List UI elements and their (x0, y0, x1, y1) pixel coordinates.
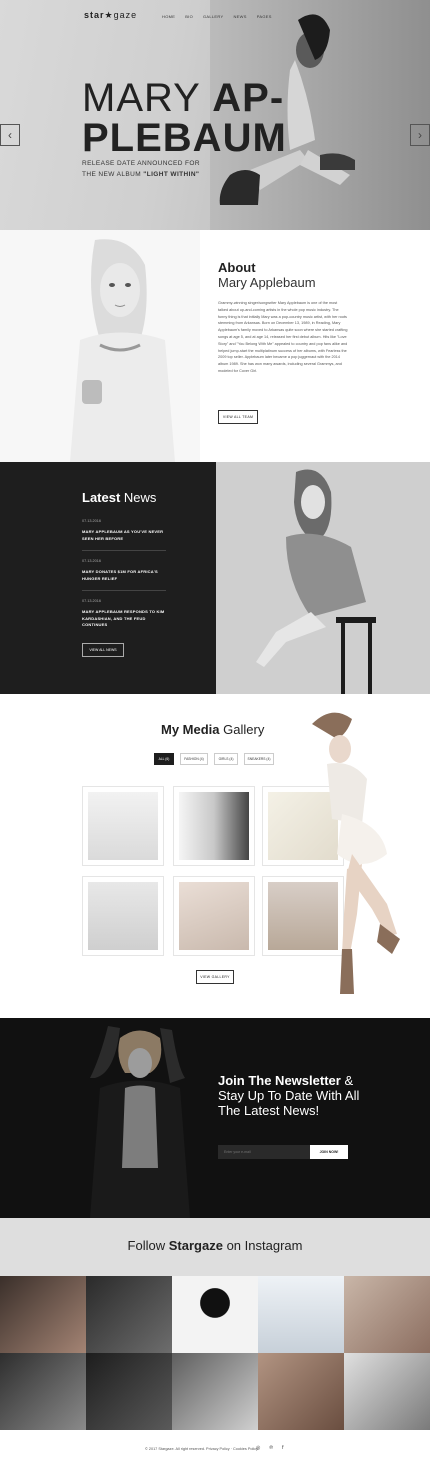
news-title[interactable]: MARY APPLEBAUM AS YOU'VE NEVER SEEN HER … (82, 529, 166, 542)
news-item[interactable]: 07.13.2016 MARY APPLEBAUM AS YOU'VE NEVE… (82, 519, 166, 542)
hero-section: star★gaze HOME BIO GALLERY NEWS PAGES MA… (0, 0, 430, 230)
about-portrait-image (0, 230, 200, 462)
main-nav: HOME BIO GALLERY NEWS PAGES (162, 14, 272, 19)
filter-all[interactable]: ALL (6) (154, 753, 174, 765)
filter-sneakers[interactable]: SNEAKERS (4) (244, 753, 274, 765)
instagram-photo[interactable] (344, 1276, 430, 1353)
prev-slide-button[interactable]: ‹ (0, 124, 20, 146)
news-heading: Latest News (82, 490, 157, 505)
about-subheading: Mary Applebaum (218, 275, 316, 290)
news-section: Latest News 07.13.2016 MARY APPLEBAUM AS… (0, 462, 430, 694)
nav-item-gallery[interactable]: GALLERY (203, 14, 223, 19)
chevron-left-icon: ‹ (8, 128, 12, 142)
hero-subtitle: RELEASE DATE ANNOUNCED FOR THE NEW ALBUM… (82, 160, 200, 178)
instagram-photo[interactable] (86, 1276, 172, 1353)
view-all-news-button[interactable]: VIEW ALL NEWS (82, 643, 124, 657)
newsletter-model-image (60, 1018, 220, 1218)
filter-girls[interactable]: GIRLS (4) (214, 753, 238, 765)
instagram-photo[interactable] (0, 1276, 86, 1353)
newsletter-heading: Join The Newsletter & Stay Up To Date Wi… (218, 1073, 360, 1118)
nav-item-pages[interactable]: PAGES (257, 14, 272, 19)
gallery-heading: My Media Gallery (161, 722, 265, 737)
next-slide-button[interactable]: › (410, 124, 430, 146)
hero-title: MARY AP- PLEBAUM (82, 76, 287, 160)
news-date: 07.13.2016 (82, 519, 102, 523)
instagram-photo[interactable] (172, 1353, 258, 1430)
instagram-grid (0, 1276, 430, 1430)
gallery-dancer-image (312, 712, 400, 994)
gallery-image (88, 882, 158, 950)
gallery-section: My Media Gallery ALL (6) FASHION (4) GIR… (0, 694, 430, 1018)
gallery-thumbnail[interactable] (82, 876, 164, 956)
divider (82, 550, 166, 551)
instagram-photo[interactable] (344, 1353, 430, 1430)
filter-fashion[interactable]: FASHION (4) (180, 753, 208, 765)
chevron-right-icon: › (418, 128, 422, 142)
site-logo[interactable]: star★gaze (84, 10, 137, 21)
divider (82, 590, 166, 591)
news-date: 07.13.2016 (82, 599, 102, 603)
instagram-photo[interactable] (0, 1353, 86, 1430)
instagram-photo[interactable] (86, 1353, 172, 1430)
view-all-team-button[interactable]: VIEW ALL TEAM (218, 410, 258, 424)
news-title[interactable]: MARY DONATES $1M FOR AFRICA'S HUNGER REL… (82, 569, 166, 582)
newsletter-section: Join The Newsletter & Stay Up To Date Wi… (0, 1018, 430, 1218)
news-model-image (216, 462, 430, 694)
nav-item-home[interactable]: HOME (162, 14, 175, 19)
instagram-photo[interactable] (258, 1353, 344, 1430)
star-icon: ★ (104, 10, 114, 20)
email-input[interactable] (218, 1145, 310, 1159)
gallery-image (88, 792, 158, 860)
gallery-image (179, 792, 249, 860)
social-links: ◎ ℗ f (256, 1445, 283, 1451)
view-gallery-button[interactable]: VIEW GALLERY (196, 970, 234, 984)
news-item[interactable]: 07.13.2016 MARY DONATES $1M FOR AFRICA'S… (82, 559, 166, 582)
gallery-image (179, 882, 249, 950)
about-section: About Mary Applebaum Grammy-winning sing… (0, 230, 430, 462)
instagram-icon[interactable]: ◎ (256, 1445, 260, 1451)
about-body: Grammy-winning singer/songwriter Mary Ap… (218, 301, 348, 373)
instagram-heading: Follow Stargaze on Instagram (127, 1238, 303, 1253)
nav-item-bio[interactable]: BIO (185, 14, 193, 19)
about-heading: About (218, 260, 256, 275)
gallery-thumbnail[interactable] (173, 876, 255, 956)
instagram-photo[interactable] (172, 1276, 258, 1353)
gallery-thumbnail[interactable] (82, 786, 164, 866)
join-now-button[interactable]: JOIN NOW! (310, 1145, 348, 1159)
instagram-section: Follow Stargaze on Instagram (0, 1218, 430, 1430)
nav-item-news[interactable]: NEWS (233, 14, 246, 19)
instagram-photo[interactable] (258, 1276, 344, 1353)
gallery-filters: ALL (6) FASHION (4) GIRLS (4) SNEAKERS (… (154, 753, 274, 765)
news-item[interactable]: 07.13.2016 MARY APPLEBAUM RESPONDS TO KI… (82, 599, 166, 629)
copyright-text: © 2017 Stargaze. All right reserved. Pri… (145, 1447, 258, 1451)
pinterest-icon[interactable]: ℗ (269, 1445, 273, 1451)
gallery-thumbnail[interactable] (173, 786, 255, 866)
news-date: 07.13.2016 (82, 559, 102, 563)
facebook-icon[interactable]: f (282, 1445, 283, 1451)
news-title[interactable]: MARY APPLEBAUM RESPONDS TO KIM KARDASHIA… (82, 609, 166, 629)
footer: © 2017 Stargaze. All right reserved. Pri… (0, 1430, 430, 1472)
